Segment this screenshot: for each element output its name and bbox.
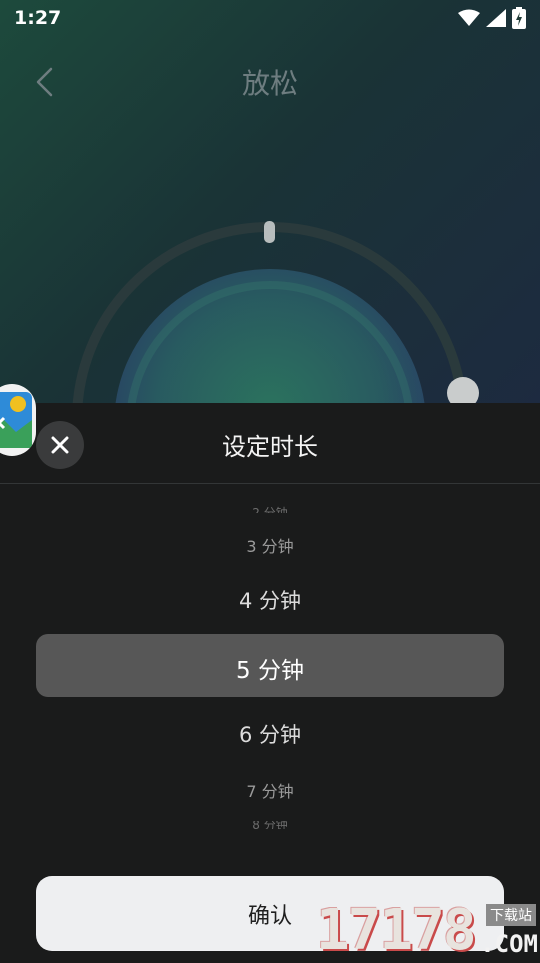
picker-option-selected[interactable]: 5 分钟 — [0, 651, 540, 685]
status-icons — [458, 7, 526, 29]
floating-gallery-bubble[interactable] — [0, 384, 36, 456]
sheet-header: 设定时长 — [0, 403, 540, 484]
app-header: 放松 — [0, 50, 540, 110]
page-title: 放松 — [241, 67, 298, 100]
sheet-title: 设定时长 — [222, 433, 318, 461]
battery-icon — [512, 7, 526, 29]
dial-top-marker — [264, 221, 275, 243]
cell-signal-icon — [486, 9, 506, 27]
picker-option[interactable]: 4 分钟 — [0, 585, 540, 615]
gallery-icon — [0, 392, 32, 448]
picker-option[interactable]: 7 分钟 — [0, 778, 540, 802]
status-bar: 1:27 — [0, 0, 540, 36]
picker-option[interactable]: 2 分钟 — [0, 503, 540, 513]
picker-option[interactable]: 8 分钟 — [0, 821, 540, 829]
watermark-number: 17178 — [316, 898, 477, 963]
wifi-icon — [458, 9, 480, 26]
picker-option[interactable]: 6 分钟 — [0, 719, 540, 749]
watermark-logo: 17178 下载站 .COM — [316, 898, 540, 963]
picker-option[interactable]: 3 分钟 — [0, 533, 540, 557]
duration-sheet: 设定时长 2 分钟 3 分钟 4 分钟 5 分钟 6 分钟 7 分钟 8 分钟 … — [0, 403, 540, 960]
status-time: 1:27 — [14, 7, 62, 29]
watermark-domain: .COM — [480, 930, 538, 958]
watermark-tag: 下载站 — [486, 904, 536, 926]
